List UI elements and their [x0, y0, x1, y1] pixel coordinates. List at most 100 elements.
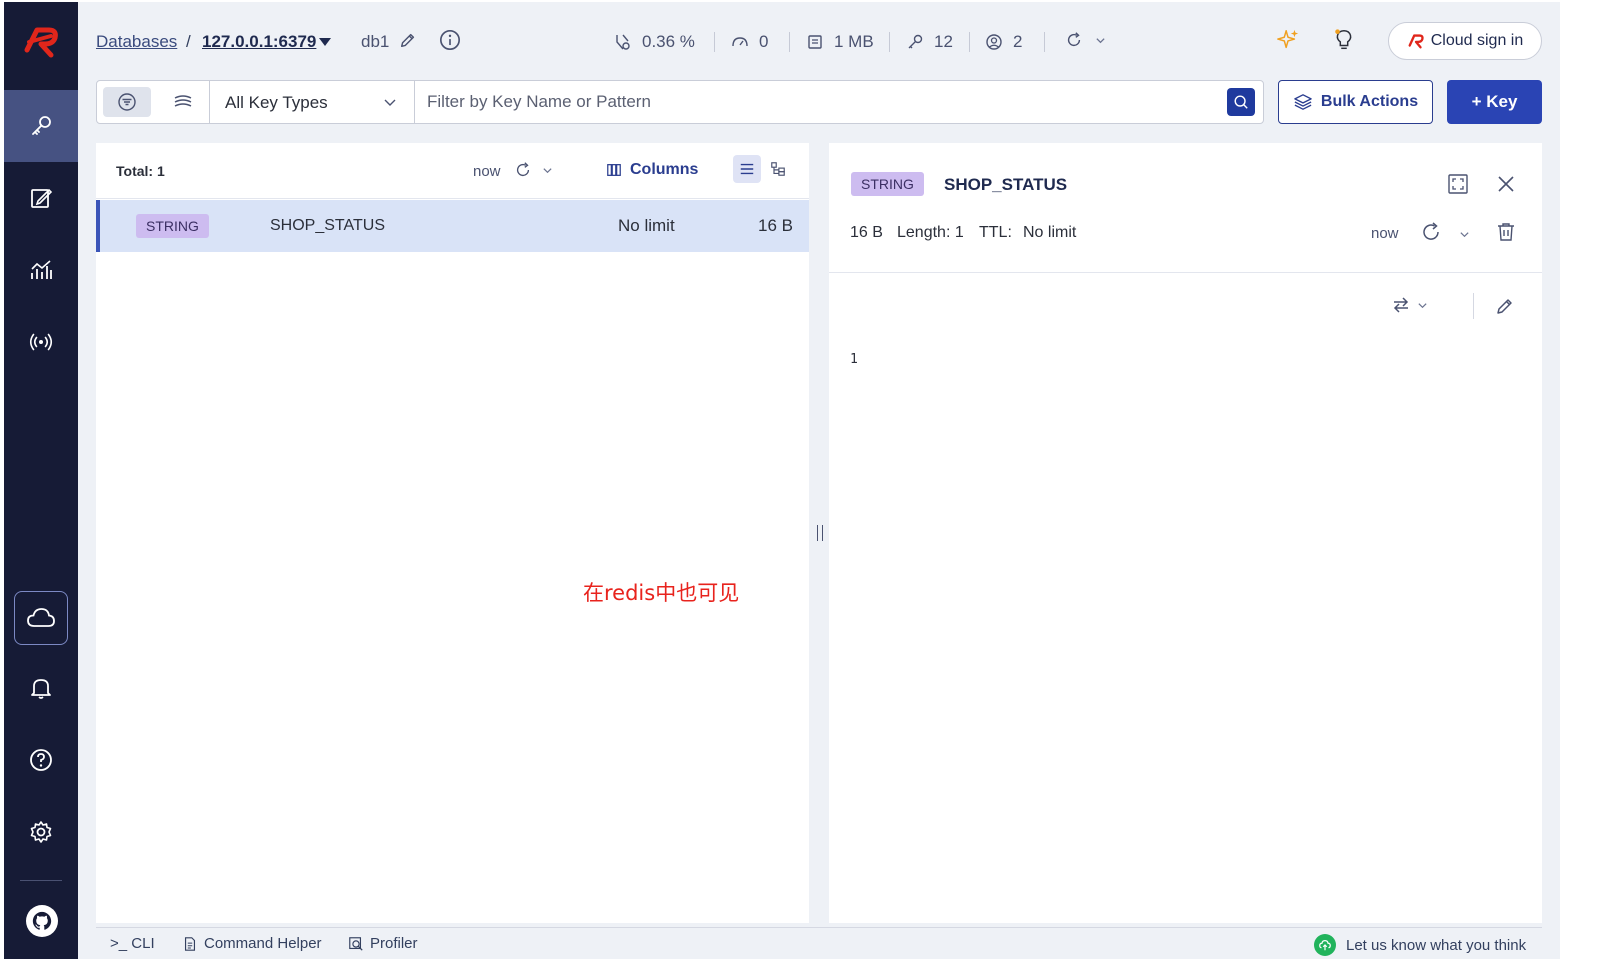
profiler-button[interactable]: Profiler — [348, 935, 418, 952]
sidebar-item-analysis[interactable] — [4, 234, 78, 306]
caret-down-icon[interactable] — [319, 38, 331, 46]
filter-divider — [209, 81, 210, 123]
filter-mode-pattern[interactable] — [103, 87, 151, 117]
sidebar-item-workbench[interactable] — [4, 162, 78, 234]
chevron-down-icon — [1418, 302, 1427, 308]
total-count: Total: 1 — [116, 163, 165, 179]
redis-logo[interactable] — [21, 22, 61, 62]
swap-icon — [1393, 297, 1409, 313]
key-name[interactable]: SHOP_STATUS — [944, 175, 1067, 195]
panel-resize-handle[interactable] — [817, 525, 823, 541]
filter-bar: All Key Types — [96, 80, 1264, 124]
tree-icon — [771, 162, 785, 176]
stat-memory: 1 MB — [806, 32, 874, 52]
help-icon — [30, 749, 52, 771]
bulk-actions-button[interactable]: Bulk Actions — [1278, 80, 1433, 124]
stat-separator — [1044, 32, 1045, 52]
tree-view-button[interactable] — [764, 155, 792, 183]
key-value[interactable]: 1 — [850, 352, 858, 367]
cli-label: >_ CLI — [110, 935, 155, 952]
chevron-down-icon[interactable] — [542, 163, 553, 181]
redis-logo-icon — [1408, 34, 1424, 49]
sidebar-item-pubsub[interactable] — [4, 306, 78, 378]
refresh-icon[interactable] — [1062, 28, 1086, 52]
columns-label: Columns — [630, 161, 699, 178]
main-area: Databases / 127.0.0.1:6379 db1 0.36 % 0 … — [78, 2, 1560, 959]
filter-divider — [414, 81, 415, 123]
key-size: 16 B — [850, 224, 883, 241]
cloud-sign-in-label: Cloud sign in — [1430, 32, 1524, 49]
sidebar-item-github[interactable] — [26, 905, 58, 937]
key-length: Length: 1 — [897, 224, 964, 241]
refresh-icon[interactable] — [1420, 221, 1442, 248]
ttl-value[interactable]: No limit — [1023, 224, 1076, 242]
stat-separator — [969, 32, 970, 52]
fullscreen-icon[interactable] — [1447, 173, 1469, 200]
document-icon — [184, 936, 196, 951]
key-type-badge: STRING — [851, 172, 924, 196]
user-icon — [986, 34, 1002, 50]
filter-input[interactable] — [427, 87, 1207, 117]
stat-separator — [889, 32, 890, 52]
columns-button[interactable]: Columns — [606, 161, 698, 179]
key-details-panel: STRING SHOP_STATUS 16 B Length: 1 TTL: N… — [829, 143, 1542, 923]
stat-keys: 12 — [906, 32, 953, 52]
chevron-down-icon[interactable] — [383, 95, 397, 114]
sidebar-item-notifications[interactable] — [4, 652, 78, 724]
gauge-icon — [732, 37, 748, 47]
refresh-icon[interactable] — [514, 161, 532, 184]
close-icon[interactable] — [1495, 173, 1517, 200]
breadcrumb-separator: / — [186, 32, 191, 51]
last-refresh-time: now — [1371, 225, 1399, 242]
stat-keys-value: 12 — [934, 32, 953, 51]
profiler-label: Profiler — [370, 935, 418, 952]
key-details-header: STRING SHOP_STATUS 16 B Length: 1 TTL: N… — [829, 143, 1542, 273]
key-name: SHOP_STATUS — [270, 217, 385, 234]
stat-memory-value: 1 MB — [834, 32, 874, 51]
format-selector[interactable] — [1391, 295, 1428, 315]
sidebar-item-cloud[interactable] — [14, 591, 68, 645]
breadcrumb-databases[interactable]: Databases — [96, 32, 177, 52]
stat-clients-value: 2 — [1013, 32, 1023, 51]
cli-button[interactable]: >_ CLI — [110, 935, 155, 952]
toolbar-divider — [1473, 293, 1474, 319]
last-refresh-time: now — [473, 163, 501, 180]
breadcrumb-host[interactable]: 127.0.0.1:6379 — [202, 32, 316, 52]
table-row[interactable]: STRING SHOP_STATUS No limit 16 B — [96, 200, 809, 252]
annotation-text: 在redis中也可见 — [583, 581, 740, 605]
sidebar-item-help[interactable] — [4, 724, 78, 796]
add-key-button[interactable]: + Key — [1447, 80, 1542, 124]
db-name: db1 — [361, 32, 390, 51]
profiler-icon — [349, 936, 363, 951]
feedback-link[interactable]: Let us know what you think — [1314, 934, 1526, 956]
gear-icon — [30, 821, 52, 843]
pencil-icon[interactable] — [396, 28, 420, 52]
lightbulb-icon[interactable] — [1332, 28, 1356, 52]
filter-icon — [118, 93, 136, 111]
key-size: 16 B — [758, 216, 793, 235]
cloud-sign-in-button[interactable]: Cloud sign in — [1388, 22, 1542, 60]
list-view-button[interactable] — [733, 155, 761, 183]
stat-cpu: 0.36 % — [614, 32, 695, 52]
header: Databases / 127.0.0.1:6379 db1 0.36 % 0 … — [78, 2, 1560, 80]
chevron-down-icon[interactable] — [1088, 28, 1112, 52]
edit-value-icon[interactable] — [1495, 296, 1515, 321]
stat-cpu-value: 0.36 % — [642, 32, 695, 51]
info-icon[interactable] — [438, 28, 462, 52]
delete-icon[interactable] — [1495, 221, 1517, 248]
sidebar-item-settings[interactable] — [4, 796, 78, 868]
command-helper-button[interactable]: Command Helper — [182, 935, 322, 952]
key-type-select[interactable]: All Key Types — [225, 93, 328, 113]
sparkle-icon[interactable] — [1276, 28, 1300, 52]
chart-icon — [31, 260, 52, 279]
filter-mode-vector[interactable] — [159, 87, 207, 117]
sidebar — [4, 2, 78, 959]
edit-icon — [31, 188, 53, 208]
sidebar-item-browser[interactable] — [4, 90, 78, 162]
search-button[interactable] — [1227, 88, 1255, 116]
chevron-down-icon[interactable] — [1459, 227, 1470, 245]
feedback-icon — [1314, 934, 1336, 956]
stat-separator — [789, 32, 790, 52]
key-list-header: Total: 1 now Columns — [96, 143, 809, 199]
search-icon — [1234, 95, 1248, 109]
